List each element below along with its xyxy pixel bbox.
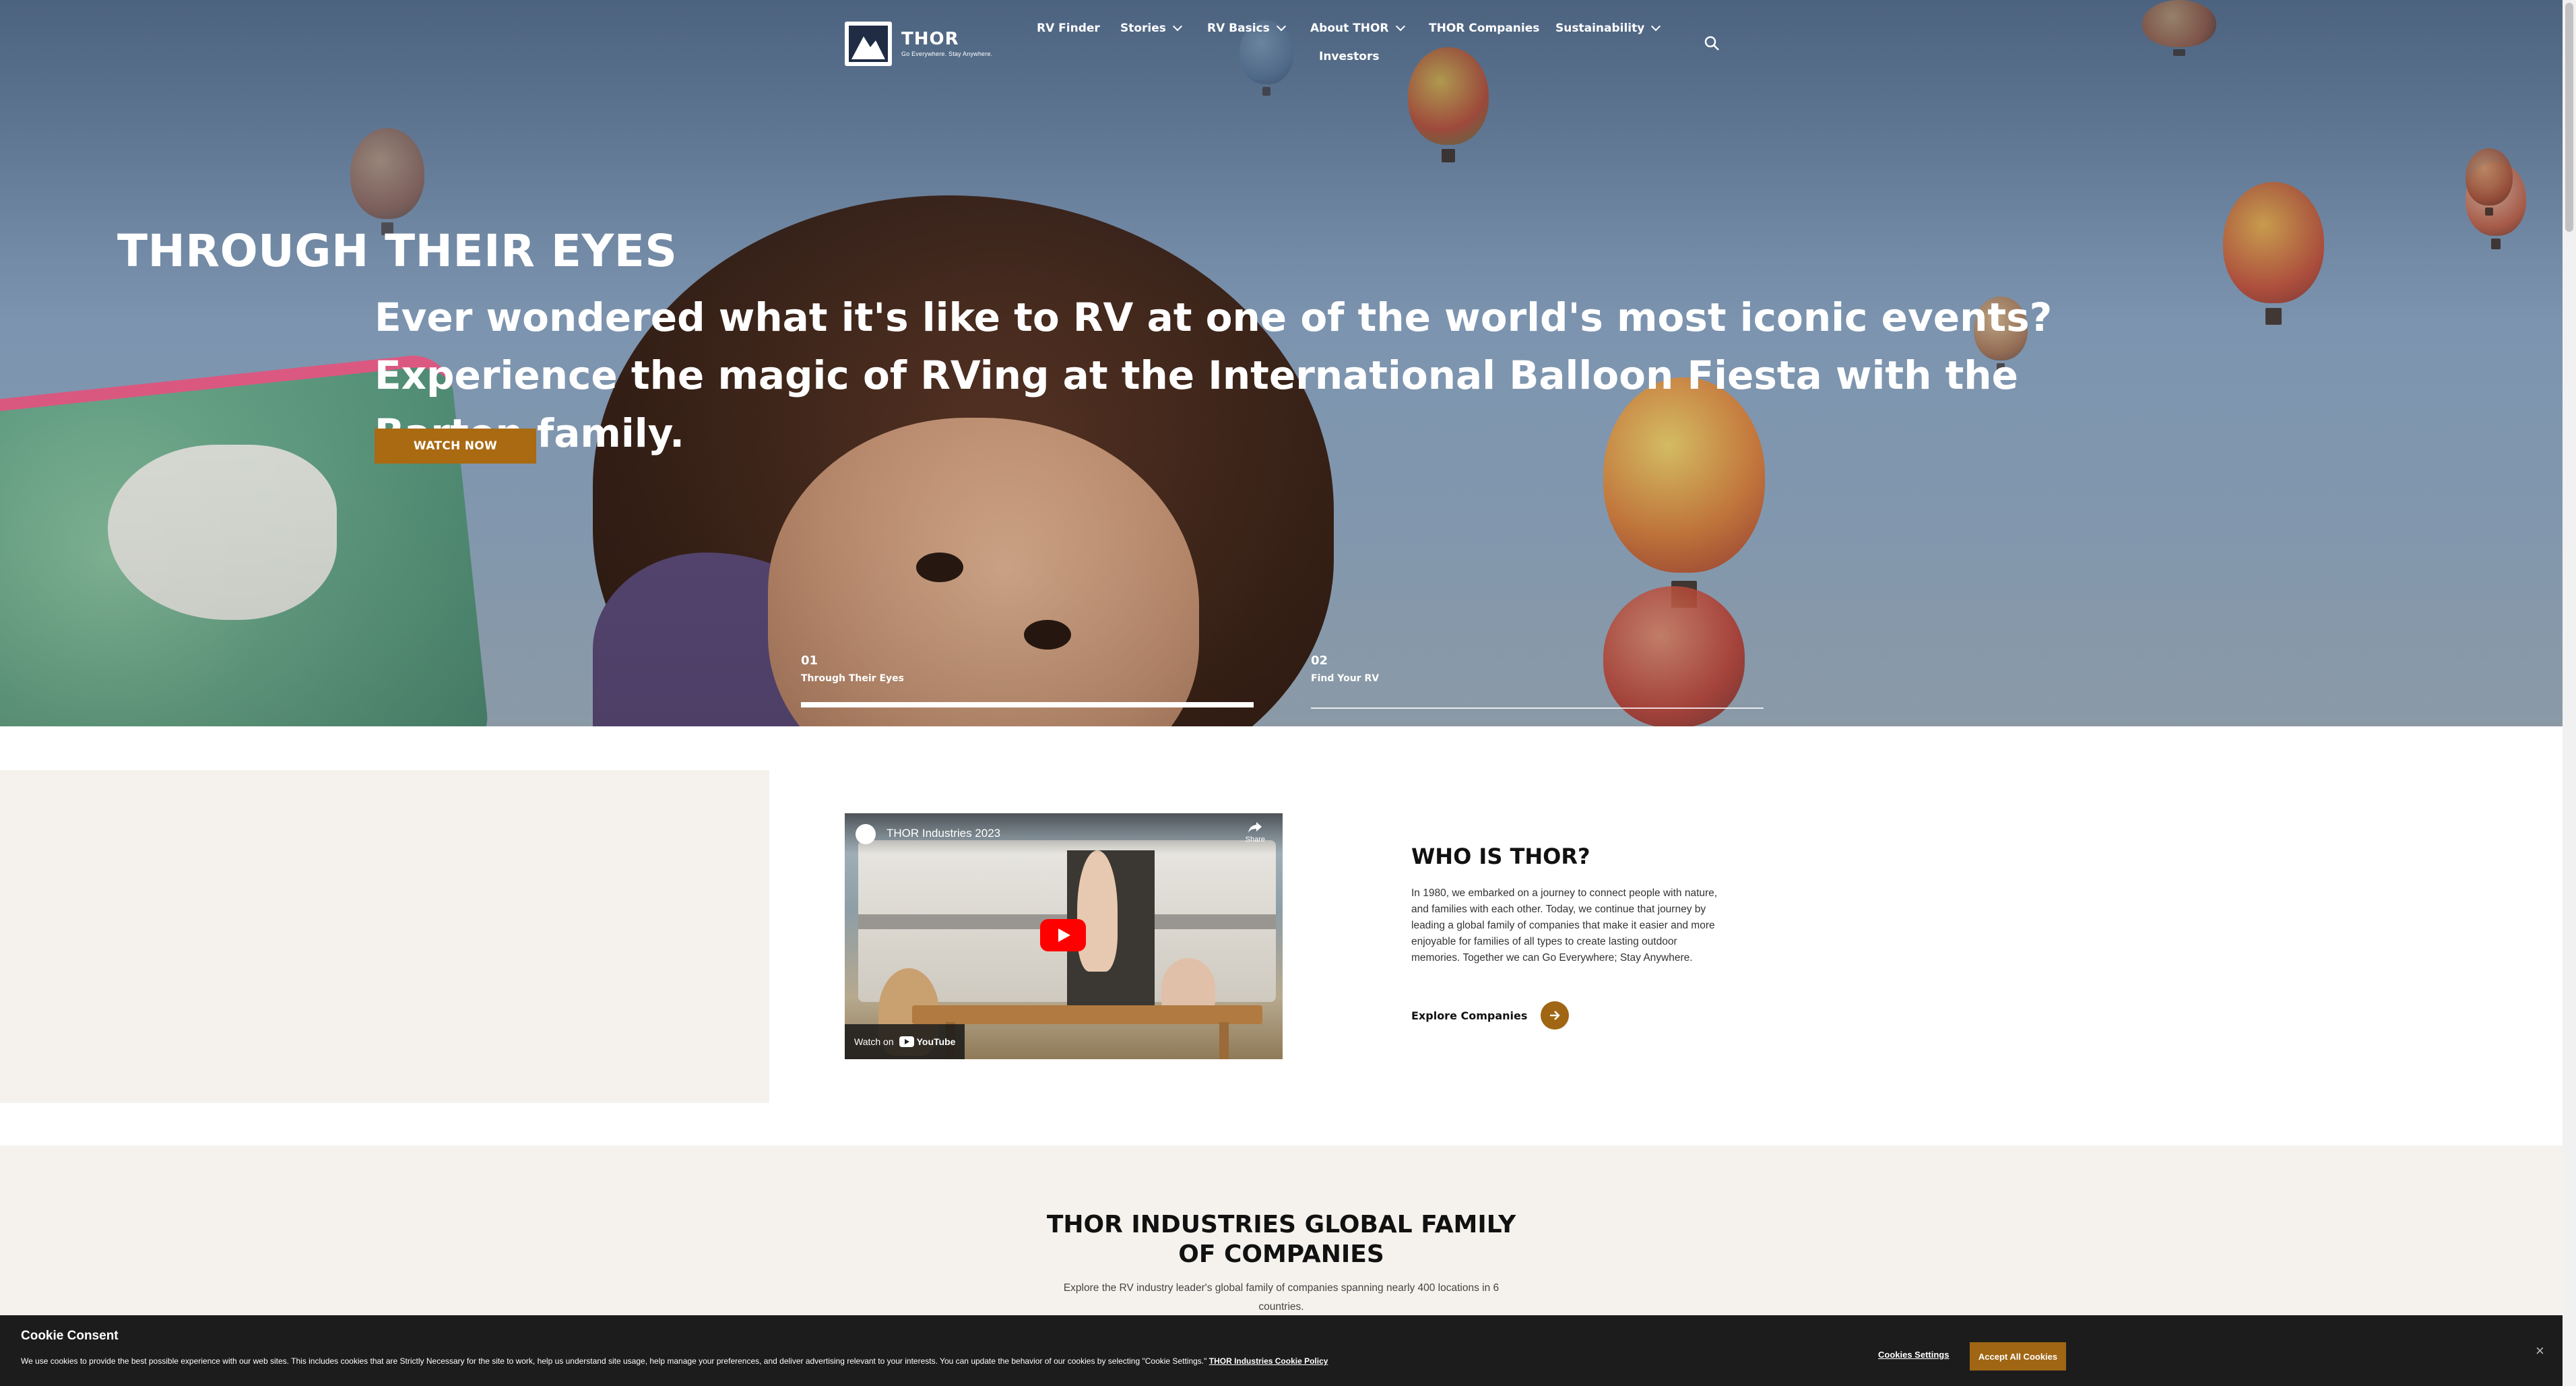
video-thumbnail-person [1077,850,1118,972]
logo-tagline: Go Everywhere. Stay Anywhere. [901,51,993,57]
nav-about[interactable]: About THOR [1310,22,1405,35]
nav-about-label: About THOR [1310,22,1389,35]
hero-subtitle: Ever wondered what it's like to RV at on… [375,294,2053,456]
explore-companies-label: Explore Companies [1411,1009,1528,1022]
thor-logo[interactable]: THOR Go Everywhere. Stay Anywhere. [845,22,992,66]
slide-progress-track [1311,707,1764,709]
decorative-panel [0,770,769,1103]
share-button[interactable]: Share [1246,821,1265,844]
nav-rv-basics[interactable]: RV Basics [1207,22,1286,35]
youtube-play-icon [899,1036,914,1047]
chevron-down-icon [1276,22,1286,32]
cookie-policy-link[interactable]: THOR Industries Cookie Policy [1209,1356,1328,1366]
logo-text: THOR Go Everywhere. Stay Anywhere. [901,30,992,57]
global-family-heading: THOR INDUSTRIES GLOBAL FAMILY OF COMPANI… [1046,1211,1516,1268]
search-icon[interactable] [1704,35,1720,51]
nav-sustainability[interactable]: Sustainability [1555,22,1661,35]
watch-on-youtube-button[interactable]: Watch on YouTube [845,1024,965,1059]
watch-now-button[interactable]: WATCH NOW [375,429,536,464]
nav-rv-basics-label: RV Basics [1207,22,1270,35]
scrollbar-thumb[interactable] [2565,3,2573,232]
youtube-wordmark: YouTube [916,1036,956,1047]
nav-thor-companies[interactable]: THOR Companies [1429,22,1539,35]
page-scrollbar[interactable] [2563,0,2576,1386]
cookie-title: Cookie Consent [21,1329,119,1343]
close-icon[interactable]: × [2536,1342,2544,1360]
video-thumbnail-table-legs [946,1022,1229,1059]
youtube-logo: YouTube [899,1036,956,1047]
cookie-text: We use cookies to provide the best possi… [21,1354,1409,1368]
who-is-thor-body: In 1980, we embarked on a journey to con… [1411,887,1718,964]
hero-banner: THOR Go Everywhere. Stay Anywhere. RV Fi… [0,0,2563,726]
logo-name: THOR [901,29,959,49]
slide-number: 01 [801,654,818,668]
cookie-description: We use cookies to provide the best possi… [21,1356,1207,1366]
hero-title: THROUGH THEIR EYES [117,225,678,277]
cookie-settings-button[interactable]: Cookies Settings [1874,1349,1953,1360]
arrow-right-icon [1541,1001,1570,1030]
chevron-down-icon [1395,22,1405,32]
nav-stories[interactable]: Stories [1120,22,1182,35]
slide-progress-track [801,702,1254,707]
slide-number: 02 [1311,654,1328,668]
nav-rv-finder-label: RV Finder [1037,22,1100,35]
nav-thor-companies-label: THOR Companies [1429,22,1540,35]
video-player[interactable]: THOR Industries 2023 Share Watch on YouT… [845,813,1283,1059]
global-family-body: Explore the RV industry leader's global … [1063,1282,1500,1313]
nav-investors[interactable]: Investors [1319,50,1379,63]
nav-rv-finder[interactable]: RV Finder [1037,22,1100,35]
chevron-down-icon [1651,22,1661,32]
accept-all-cookies-button[interactable]: Accept All Cookies [1970,1342,2066,1371]
video-thumbnail-table [912,1005,1262,1024]
slide-tab-1[interactable]: 01 Through Their Eyes [801,654,904,684]
play-button[interactable] [1040,919,1086,951]
slide-label: Through Their Eyes [801,673,904,684]
explore-companies-link[interactable]: Explore Companies [1411,1001,1570,1030]
chevron-down-icon [1172,22,1182,32]
channel-avatar[interactable] [856,824,876,844]
watch-on-label: Watch on [854,1036,894,1047]
slide-tab-2[interactable]: 02 Find Your RV [1311,654,1379,684]
logo-mark-icon [845,22,892,66]
slide-label: Find Your RV [1311,673,1380,684]
video-title[interactable]: THOR Industries 2023 [887,827,1000,840]
who-is-thor-heading: WHO IS THOR? [1411,844,1590,869]
nav-stories-label: Stories [1120,22,1166,35]
share-label: Share [1245,836,1265,844]
cookie-consent-banner: Cookie Consent We use cookies to provide… [0,1315,2563,1386]
nav-investors-label: Investors [1319,50,1380,63]
share-icon [1248,822,1262,833]
nav-sustainability-label: Sustainability [1555,22,1645,35]
slide-progress-fill [801,702,1254,707]
